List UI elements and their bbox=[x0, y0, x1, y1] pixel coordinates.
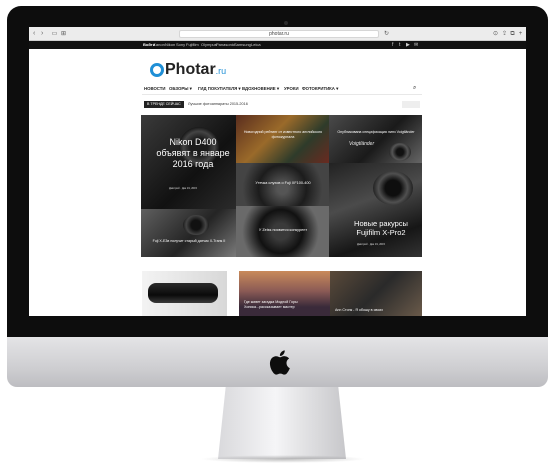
back-button[interactable]: ‹ bbox=[33, 30, 35, 38]
bottom-tile-portrait[interactable]: Ann Стонк - Я обошу в своих bbox=[330, 271, 422, 316]
sidebar-icon[interactable]: ▭ bbox=[51, 30, 58, 38]
browser-window: ‹ › ▭ ⊞ photar.ru ↻ ⊙ ⇪ ⧉ + Войти Canon … bbox=[29, 27, 526, 316]
logo-ring-icon bbox=[150, 63, 164, 77]
site-topbar: Войти Canon Nikon Sony Fujifilm Olympus … bbox=[29, 41, 526, 49]
stand-shadow bbox=[200, 455, 366, 463]
forward-button[interactable]: › bbox=[41, 30, 43, 38]
logo-tld: .ru bbox=[215, 66, 227, 76]
topbar-link-nikon[interactable]: Nikon bbox=[165, 41, 175, 49]
reload-icon[interactable]: ↻ bbox=[383, 30, 390, 38]
menu-item-photocritique[interactable]: ФОТОКРИТИКА ▾ bbox=[302, 85, 338, 93]
topbar-link-panasonic[interactable]: Panasonic bbox=[216, 41, 235, 49]
bottom-tile-lens[interactable] bbox=[142, 271, 227, 316]
facebook-icon[interactable]: f bbox=[392, 41, 393, 49]
camera-icon bbox=[284, 21, 288, 25]
browser-toolbar: ‹ › ▭ ⊞ photar.ru ↻ ⊙ ⇪ ⧉ + bbox=[29, 27, 526, 41]
topbar-link-leica[interactable]: Leica bbox=[251, 41, 261, 49]
tile-zeiss-competitor[interactable]: У Zeiss появится конкурент bbox=[236, 206, 329, 257]
tile-image bbox=[148, 283, 218, 303]
tabs-overview-icon[interactable]: ⊞ bbox=[60, 30, 67, 38]
bottom-tile-mountain[interactable]: Где живет загадка Модной Горы Хоника...р… bbox=[239, 271, 330, 316]
share-icon[interactable]: ⇪ bbox=[501, 30, 508, 38]
trending-headline[interactable]: Лучшие фотоаппараты 2015-2016 bbox=[188, 101, 248, 108]
tile-title: Fuji X-E3в получит старый датчик X-Trans… bbox=[152, 239, 226, 243]
menu-item-inspiration[interactable]: ВДОХНОВЕНИЕ ▾ bbox=[242, 85, 279, 93]
topbar-link-fujifilm[interactable]: Fujifilm bbox=[186, 41, 199, 49]
tile-title: Где живет загадка Модной Горы Хоника...р… bbox=[244, 300, 298, 309]
address-bar-url: photar.ru bbox=[269, 31, 289, 37]
tile-meta: Дмитрий · Дек 19, 2015 bbox=[357, 243, 385, 246]
add-tab-icon[interactable]: + bbox=[517, 30, 524, 38]
tile-fuji-xe3[interactable]: Fuji X-E3в получит старый датчик X-Trans… bbox=[141, 209, 236, 257]
tile-title: Ann Стонк - Я обошу в своих bbox=[335, 308, 384, 312]
tile-voigtlander[interactable]: Опубликована спецификация линз Voigtländ… bbox=[329, 115, 422, 163]
menu-item-lessons[interactable]: УРОКИ bbox=[284, 85, 299, 93]
tile-title: Новогодний рейтинг от известного английс… bbox=[243, 130, 323, 139]
tile-image bbox=[183, 215, 209, 235]
imac-mockup: ‹ › ▭ ⊞ photar.ru ↻ ⊙ ⇪ ⧉ + Войти Canon … bbox=[0, 0, 553, 466]
topbar-link-canon[interactable]: Canon bbox=[153, 41, 165, 49]
tile-title: Новые ракурсы Fujifilm X-Pro2 bbox=[354, 219, 408, 237]
tile-image bbox=[373, 171, 413, 205]
trending-badge: В ТРЕНДЕ СЕЙЧАС bbox=[144, 101, 184, 108]
topbar-link-olympus[interactable]: Olympus bbox=[201, 41, 217, 49]
menu-item-news[interactable]: НОВОСТИ bbox=[144, 85, 166, 93]
tile-title: Nikon D400 объявят в январе 2016 года bbox=[156, 137, 230, 169]
topbar-link-samsung[interactable]: Samsung bbox=[234, 41, 251, 49]
voigtlander-brand: Voigtländer bbox=[349, 141, 375, 147]
featured-tile-fujifilm-xpro2[interactable]: Новые ракурсы Fujifilm X-Pro2 Дмитрий · … bbox=[329, 163, 422, 257]
tile-image bbox=[389, 143, 411, 161]
featured-tile-nikon-d400[interactable]: Nikon D400 объявят в январе 2016 года Дм… bbox=[141, 115, 236, 209]
tile-new-year-rating[interactable]: Новогодний рейтинг от известного английс… bbox=[236, 115, 329, 163]
youtube-icon[interactable]: ▶ bbox=[406, 41, 410, 49]
tabs-icon[interactable]: ⧉ bbox=[509, 30, 516, 38]
address-bar[interactable]: photar.ru bbox=[179, 30, 379, 38]
mail-icon[interactable]: ✉ bbox=[414, 41, 418, 49]
trending-arrows[interactable] bbox=[402, 101, 420, 108]
menu-item-buyers-guide[interactable]: ГИД ПОКУПАТЕЛЯ ▾ bbox=[198, 85, 241, 93]
tile-meta: Дмитрий · Дек 19, 2015 bbox=[169, 187, 197, 190]
apple-logo-icon bbox=[269, 350, 290, 375]
imac-stand bbox=[218, 387, 346, 459]
download-icon[interactable]: ⊙ bbox=[492, 30, 499, 38]
logo-name: Photar bbox=[165, 61, 216, 78]
topbar-link-sony[interactable]: Sony bbox=[176, 41, 185, 49]
tile-fuji-xf100-400[interactable]: Утечка слухов о Fuji XF100-400 bbox=[236, 163, 329, 206]
tile-title: Утечка слухов о Fuji XF100-400 bbox=[255, 181, 311, 185]
search-icon[interactable]: ⌕ bbox=[413, 84, 416, 93]
twitter-icon[interactable]: t bbox=[399, 41, 400, 49]
tile-title: Опубликована спецификация линз Voigtländ… bbox=[337, 130, 415, 134]
main-menu: НОВОСТИ ОБЗОРЫ ▾ ГИД ПОКУПАТЕЛЯ ▾ ВДОХНО… bbox=[142, 84, 422, 95]
menu-item-reviews[interactable]: ОБЗОРЫ ▾ bbox=[169, 85, 192, 93]
tile-title: У Zeiss появится конкурент bbox=[258, 228, 308, 232]
